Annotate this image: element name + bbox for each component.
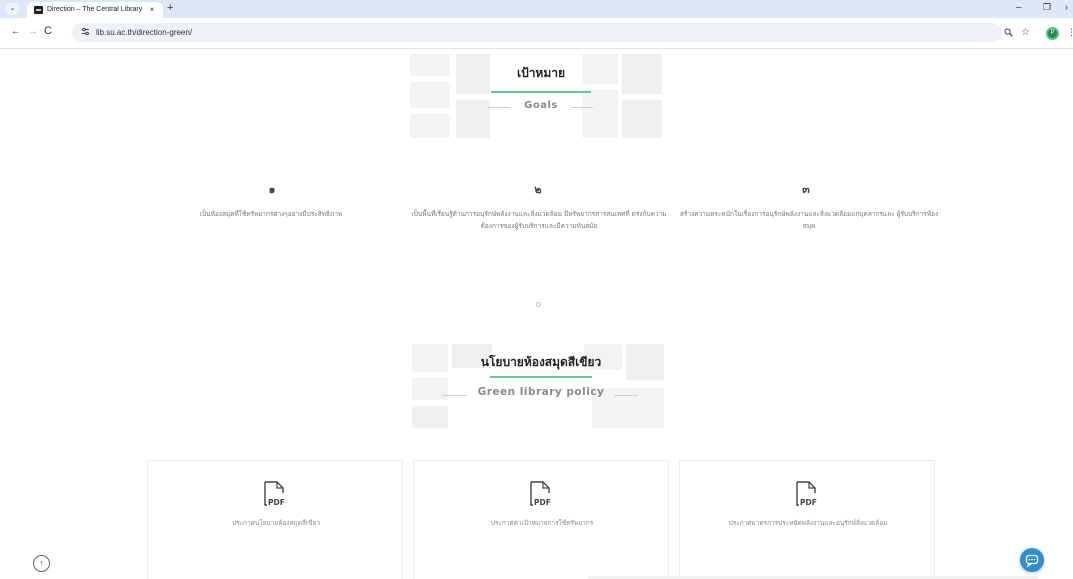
bookmark-star-icon[interactable]: ☆	[1021, 27, 1030, 38]
tab-close-icon[interactable]: ×	[147, 4, 157, 15]
new-tab-icon[interactable]: +	[167, 2, 173, 15]
policy-subtitle-rule-right	[614, 395, 638, 396]
goal-description: เป็นห้องสมุดที่ใช้ทรัพยากรต่างๆอย่างมีปร…	[199, 210, 343, 218]
profile-avatar[interactable]: P	[1046, 27, 1059, 40]
goal-description: สร้างความตระหนักในเรื่องการอนุรักษ์พลังง…	[679, 210, 939, 230]
page-content: เป้าหมาย Goals ๑ เป็นห้องสมุดที่ใช้ทรัพย…	[0, 50, 1073, 579]
goal-description: เป็นพื้นที่เรียนรู้ด้านการอนุรักษ์พลังงา…	[411, 210, 667, 230]
goal-number: ๒	[534, 183, 542, 196]
address-bar[interactable]: lib.su.ac.th/direction-green/	[72, 23, 1002, 42]
document-label[interactable]: ประกาศค่าเป้าหมายการใช้ทรัพยากร	[414, 518, 670, 528]
chat-bubble-icon	[1025, 554, 1039, 568]
window-overflow-icon[interactable]: ›	[1065, 2, 1068, 12]
goals-title-underline	[491, 91, 591, 93]
pdf-file-icon: PDF	[264, 481, 285, 507]
back-arrow-icon[interactable]: ←	[11, 26, 21, 37]
browser-tab[interactable]: Direction – The Central Library ×	[27, 2, 163, 18]
policy-subtitle: Green library policy	[477, 386, 605, 398]
document-label[interactable]: ประกาศนโยบายห้องสมุดสีเขียว	[148, 518, 404, 528]
reload-icon[interactable]: C	[44, 25, 52, 37]
policy-title: นโยบายห้องสมุดสีเขียว	[480, 355, 602, 369]
address-toolbar: ← → C lib.su.ac.th/direction-green/ ☆ P …	[0, 18, 1073, 49]
goals-title: เป้าหมาย	[516, 66, 566, 80]
minimize-icon[interactable]: –	[1016, 2, 1022, 13]
pdf-icon-text: PDF	[534, 498, 551, 507]
policy-document-card[interactable]: PDF ประกาศมาตรการประหยัดพลังงานและอนุรัก…	[679, 460, 935, 579]
restore-icon[interactable]: ❐	[1043, 2, 1051, 13]
tab-search-dropdown-icon[interactable]: ⌄	[6, 3, 19, 15]
forward-arrow-icon[interactable]: →	[28, 26, 38, 37]
pdf-icon-text: PDF	[800, 498, 817, 507]
policy-title-underline	[490, 376, 592, 378]
goal-number: ๑	[268, 183, 276, 196]
site-info-icon[interactable]	[81, 27, 90, 38]
policy-document-card[interactable]: PDF ประกาศค่าเป้าหมายการใช้ทรัพยากร	[413, 460, 669, 579]
tab-title: Direction – The Central Library	[47, 6, 143, 13]
chat-button[interactable]	[1020, 548, 1044, 572]
document-label[interactable]: ประกาศมาตรการประหยัดพลังงานและอนุรักษ์สิ…	[680, 518, 936, 528]
slider-pagination-dot[interactable]	[536, 302, 541, 307]
goals-subtitle: Goals	[524, 100, 558, 111]
zoom-icon[interactable]	[1004, 28, 1013, 39]
url-text[interactable]: lib.su.ac.th/direction-green/	[96, 27, 192, 38]
policy-document-card[interactable]: PDF ประกาศนโยบายห้องสมุดสีเขียว	[147, 460, 403, 579]
browser-menu-icon[interactable]: ⋮	[1067, 27, 1073, 38]
goal-number: ๓	[802, 183, 810, 196]
goals-subtitle-rule-right	[571, 107, 593, 108]
pdf-file-icon: PDF	[796, 481, 817, 507]
scroll-to-top-button[interactable]: ↑	[33, 555, 50, 572]
pdf-file-icon: PDF	[530, 481, 551, 507]
pdf-icon-text: PDF	[268, 498, 285, 507]
browser-tab-strip: ⌄ Direction – The Central Library × + – …	[0, 0, 1073, 18]
library-favicon-icon	[34, 6, 43, 14]
